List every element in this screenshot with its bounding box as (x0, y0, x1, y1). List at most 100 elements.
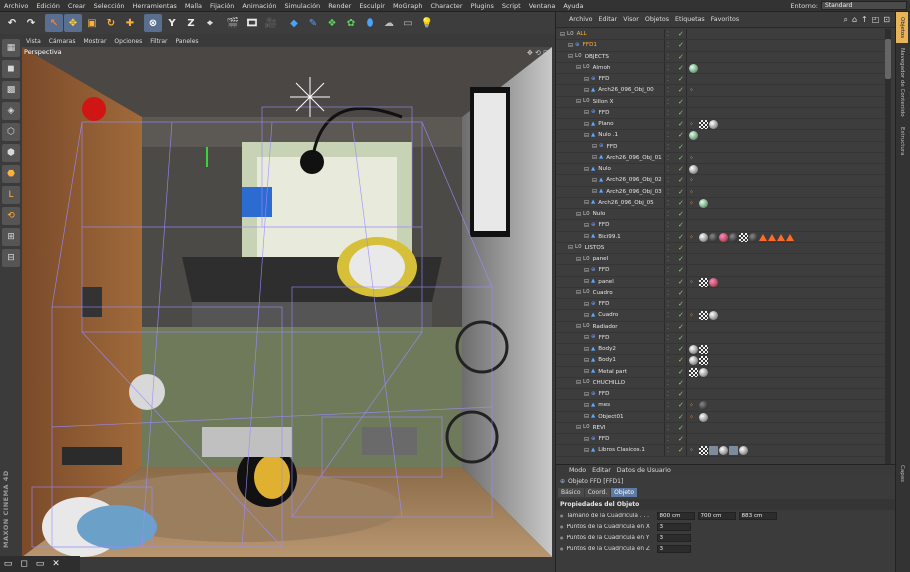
expand-toggle-icon[interactable]: ⊟ (584, 402, 589, 409)
om-menu-item[interactable]: Visor (620, 16, 642, 23)
expand-toggle-icon[interactable]: ⊟ (592, 154, 597, 161)
axis-x-icon[interactable]: ⊗ (144, 14, 162, 32)
expand-toggle-icon[interactable]: ⊟ (584, 391, 589, 398)
object-row[interactable]: ⊟ ▲ Body1 ⁚ ✓ (556, 355, 886, 367)
object-row[interactable]: ⊟ ⊕ FFD ⁚ ✓ (556, 299, 886, 311)
expand-toggle-icon[interactable]: ⊟ (568, 244, 573, 251)
expand-toggle-icon[interactable]: ⊟ (560, 31, 565, 38)
enabled-check-icon[interactable]: ✓ (678, 244, 684, 252)
enabled-check-icon[interactable]: ✓ (678, 356, 684, 364)
enabled-check-icon[interactable]: ✓ (678, 323, 684, 331)
object-row[interactable]: ⊟ ▲ Body2 ⁚ ✓ (556, 344, 886, 356)
visibility-dots-icon[interactable]: ⁚ (667, 436, 687, 443)
object-row[interactable]: ⊟ ▲ Bici99.1 ⁚ ✓ ⁘ (556, 231, 886, 243)
rotate-tool-icon[interactable]: ↻ (102, 14, 120, 32)
object-row[interactable]: ⊟ ▲ Nulo .1 ⁚ ✓ (556, 130, 886, 142)
render-settings-icon[interactable]: 🎥 (262, 14, 280, 32)
enabled-check-icon[interactable]: ✓ (678, 424, 684, 432)
expand-toggle-icon[interactable]: ⊟ (584, 368, 589, 375)
visibility-dots-icon[interactable]: ⁚ (667, 76, 687, 83)
phong-tag-icon[interactable]: ⁘ (689, 154, 698, 163)
expand-toggle-icon[interactable]: ⊟ (584, 447, 589, 454)
make-editable-icon[interactable]: ▦ (2, 39, 20, 57)
enabled-check-icon[interactable]: ✓ (678, 413, 684, 421)
enabled-check-icon[interactable]: ✓ (678, 379, 684, 387)
material-tag-icon[interactable] (699, 401, 708, 411)
visibility-dots-icon[interactable]: ⁚ (667, 267, 687, 274)
enabled-check-icon[interactable]: ✓ (678, 233, 684, 241)
material-tag-icon[interactable] (689, 131, 698, 141)
visibility-dots-icon[interactable]: ⁚ (667, 222, 687, 229)
axis-z-icon[interactable]: Z (182, 14, 200, 32)
object-row[interactable]: ⊟ L0 ALL ⁚ ✓ (556, 29, 886, 41)
uvw-tag-icon[interactable] (699, 356, 708, 366)
param-dot-icon[interactable]: ● (560, 513, 564, 518)
scale-tool-icon[interactable]: ▣ (83, 14, 101, 32)
viewport-menu-item[interactable]: Vista (22, 38, 45, 45)
menu-item[interactable]: Selección (90, 2, 129, 10)
warning-tag-icon[interactable] (786, 233, 794, 241)
object-row[interactable]: ⊟ ⊕ FFD ⁚ ✓ (556, 434, 886, 446)
enabled-check-icon[interactable]: ✓ (678, 289, 684, 297)
enabled-check-icon[interactable]: ✓ (678, 311, 684, 319)
expand-toggle-icon[interactable]: ⊟ (584, 301, 589, 308)
visibility-dots-icon[interactable]: ⁚ (667, 425, 687, 432)
redo-icon[interactable]: ↷ (22, 14, 40, 32)
phong-tag-icon[interactable]: ⁘ (689, 401, 698, 410)
expand-toggle-icon[interactable]: ⊟ (568, 42, 573, 49)
light-icon[interactable]: 💡 (418, 14, 436, 32)
object-row[interactable]: ⊟ ▲ Cuadro ⁚ ✓ ⁘ (556, 310, 886, 322)
uvw-tag-icon[interactable] (699, 345, 708, 354)
side-tab[interactable]: Navegador de Contenido (896, 43, 908, 122)
enabled-check-icon[interactable]: ✓ (678, 446, 684, 454)
visibility-dots-icon[interactable]: ⁚ (667, 99, 687, 106)
phong-tag-icon[interactable]: ⁘ (689, 86, 698, 95)
enabled-check-icon[interactable]: ✓ (678, 199, 684, 207)
object-row[interactable]: ⊟ ▲ Arch26_096_Obj_01 ⁚ ✓ ⁘ (556, 152, 886, 164)
visibility-dots-icon[interactable]: ⁚ (667, 234, 687, 241)
number-field[interactable]: 883 cm (738, 511, 777, 520)
visibility-dots-icon[interactable]: ⁚ (667, 144, 687, 151)
object-row[interactable]: ⊟ L0 REVI ⁚ ✓ (556, 422, 886, 434)
material-tag-icon[interactable] (699, 412, 708, 422)
material-tag-icon[interactable] (689, 356, 698, 366)
param-dot-icon[interactable]: ● (560, 546, 564, 551)
menu-item[interactable]: Edición (32, 2, 64, 10)
visibility-dots-icon[interactable]: ⁚ (667, 290, 687, 297)
enabled-check-icon[interactable]: ✓ (678, 53, 684, 61)
visibility-dots-icon[interactable]: ⁚ (667, 54, 687, 61)
object-row[interactable]: ⊟ ▲ Arch26_096_Obj_00 ⁚ ✓ ⁘ (556, 85, 886, 97)
camera-icon[interactable]: ▭ (399, 14, 417, 32)
enabled-check-icon[interactable]: ✓ (678, 300, 684, 308)
model-mode-icon[interactable]: ◼ (2, 60, 20, 78)
visibility-dots-icon[interactable]: ⁚ (667, 346, 687, 353)
visibility-dots-icon[interactable]: ⁚ (667, 211, 687, 218)
texture-tag-icon[interactable] (709, 446, 718, 456)
menu-item[interactable]: Esculpir (355, 2, 389, 10)
undo-icon[interactable]: ↶ (3, 14, 21, 32)
visibility-dots-icon[interactable]: ⁚ (667, 177, 687, 184)
enabled-check-icon[interactable]: ✓ (678, 334, 684, 342)
object-row[interactable]: ⊟ ▲ Object01 ⁚ ✓ ⁘ (556, 411, 886, 423)
object-row[interactable]: ⊟ ⊕ FFD1 ⁚ ✓ (556, 40, 886, 52)
material-tag-icon[interactable] (699, 232, 708, 242)
side-tab[interactable]: Estructura (896, 122, 908, 161)
expand-toggle-icon[interactable]: ⊟ (584, 199, 589, 206)
axis-mode-icon[interactable]: L (2, 186, 20, 204)
expand-toggle-icon[interactable]: ⊟ (584, 166, 589, 173)
number-field[interactable]: 800 cm (656, 511, 695, 520)
object-row[interactable]: ⊟ L0 Radiador ⁚ ✓ (556, 321, 886, 333)
phong-tag-icon[interactable]: ⁘ (689, 278, 698, 287)
select-tool-icon[interactable]: ↖ (45, 14, 63, 32)
enabled-check-icon[interactable]: ✓ (678, 109, 684, 117)
expand-toggle-icon[interactable]: ⊟ (576, 323, 581, 330)
expand-toggle-icon[interactable]: ⊟ (584, 109, 589, 116)
param-dot-icon[interactable]: ● (560, 524, 564, 529)
material-tag-icon[interactable] (709, 311, 718, 321)
uvw-tag-icon[interactable] (699, 446, 708, 456)
object-row[interactable]: ⊟ L0 Nulo ⁚ ✓ (556, 209, 886, 221)
visibility-dots-icon[interactable]: ⁚ (667, 357, 687, 364)
menu-item[interactable]: Character (426, 2, 466, 10)
enabled-check-icon[interactable]: ✓ (678, 30, 684, 38)
side-tab[interactable]: Objetos (896, 12, 908, 44)
